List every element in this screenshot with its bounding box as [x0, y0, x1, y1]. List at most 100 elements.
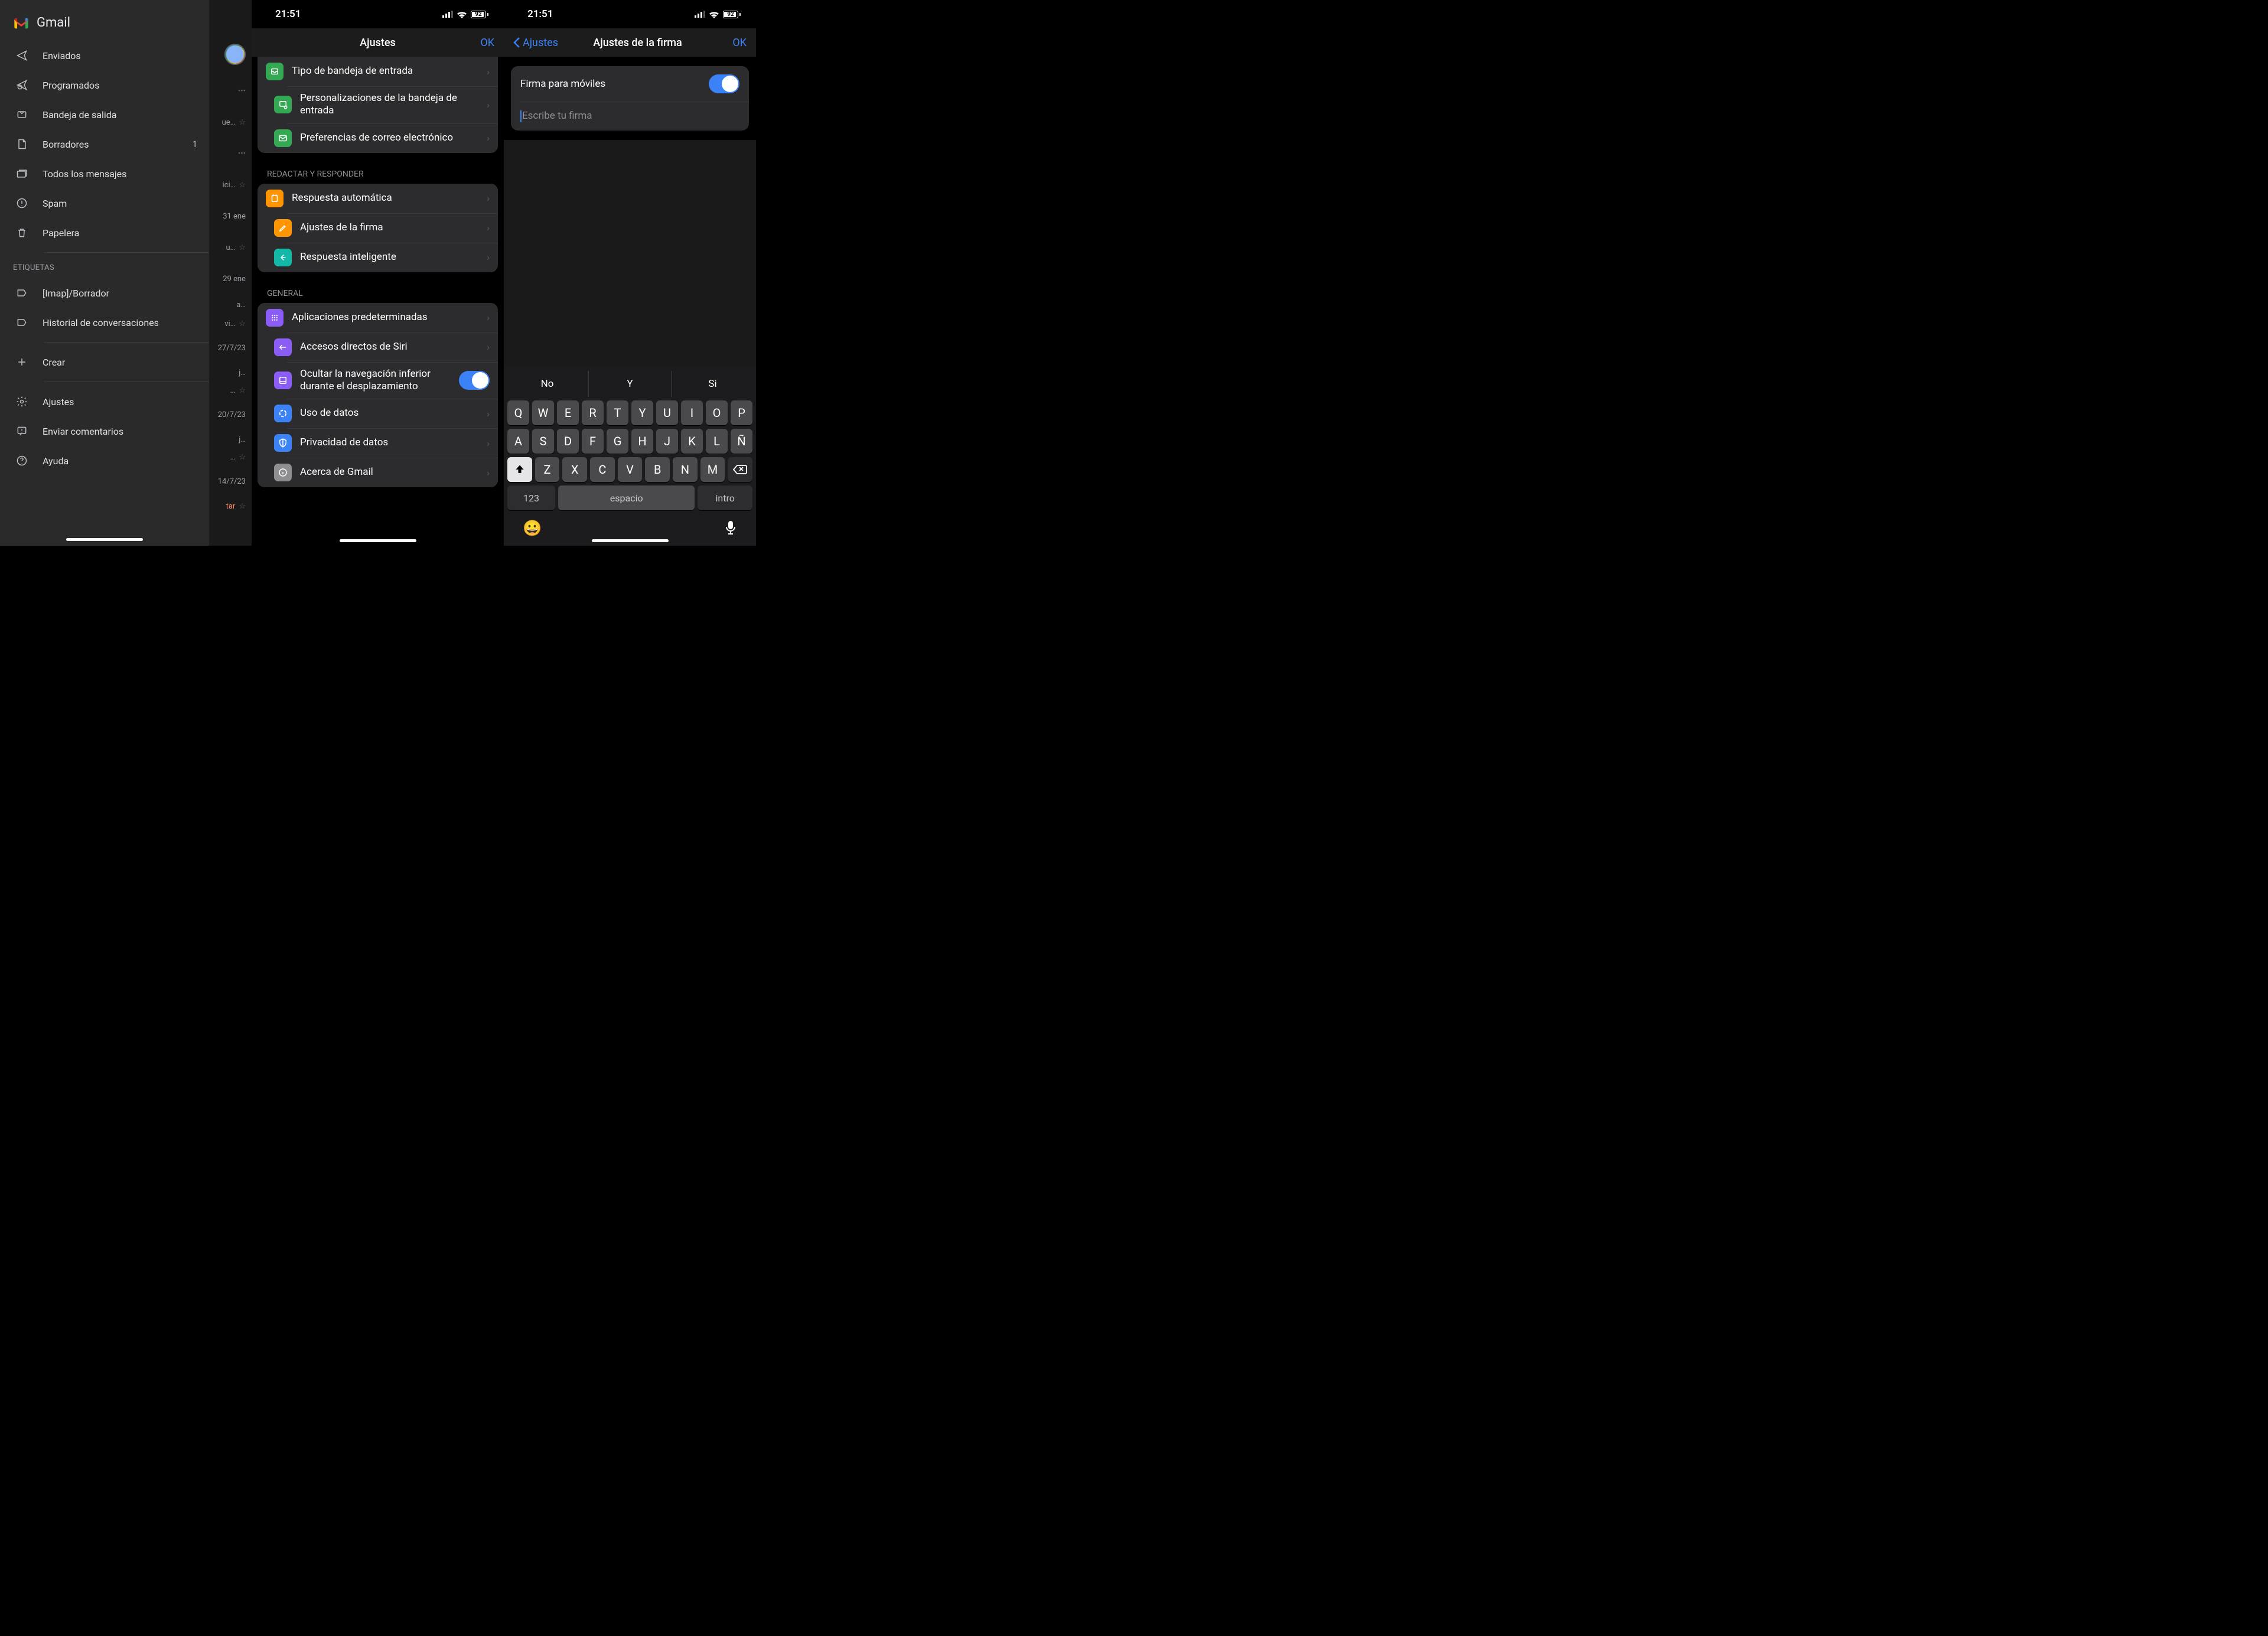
- row-privacy[interactable]: Privacidad de datos›: [258, 428, 498, 458]
- suggestion-3[interactable]: Si: [671, 371, 754, 397]
- key-x[interactable]: X: [562, 457, 587, 482]
- sidebar-label-imap[interactable]: [Imap]/Borrador: [0, 278, 209, 308]
- sidebar-create-label[interactable]: Crear: [0, 347, 209, 377]
- key-c[interactable]: C: [590, 457, 615, 482]
- key-y[interactable]: Y: [631, 400, 653, 425]
- sidebar-item-trash[interactable]: Papelera: [0, 218, 209, 247]
- status-time: 21:51: [275, 8, 301, 20]
- nav-title: Ajustes de la firma: [558, 37, 717, 49]
- scheduled-icon: [15, 79, 28, 92]
- key-l[interactable]: L: [706, 429, 728, 454]
- nav-bar: Ajustes Ajustes de la firma OK: [504, 28, 756, 57]
- mail-pref-icon: [274, 129, 292, 147]
- sidebar-item-sent[interactable]: Enviados: [0, 41, 209, 70]
- key-r[interactable]: R: [582, 400, 604, 425]
- data-icon: [274, 405, 292, 422]
- star-icon: ☆: [239, 118, 246, 127]
- key-v[interactable]: V: [618, 457, 643, 482]
- key-i[interactable]: I: [681, 400, 703, 425]
- row-smart-reply[interactable]: Respuesta inteligente›: [258, 243, 498, 272]
- row-default-apps[interactable]: Aplicaciones predeterminadas›: [258, 303, 498, 333]
- sidebar-label-history[interactable]: Historial de conversaciones: [0, 308, 209, 337]
- home-indicator[interactable]: [592, 539, 669, 542]
- row-inbox-custom[interactable]: Personalizaciones de la bandeja de entra…: [258, 86, 498, 123]
- key-u[interactable]: U: [656, 400, 678, 425]
- siri-icon: [274, 338, 292, 356]
- row-siri-shortcuts[interactable]: Accesos directos de Siri›: [258, 333, 498, 362]
- key-m[interactable]: M: [700, 457, 725, 482]
- key-g[interactable]: G: [607, 429, 628, 454]
- sidebar-item-help[interactable]: Ayuda: [0, 446, 209, 475]
- key-k[interactable]: K: [681, 429, 703, 454]
- key-d[interactable]: D: [557, 429, 579, 454]
- key-b[interactable]: B: [645, 457, 670, 482]
- suggestion-1[interactable]: No: [506, 371, 588, 397]
- chevron-right-icon: ›: [487, 222, 490, 233]
- sidebar-item-settings[interactable]: Ajustes: [0, 387, 209, 416]
- ok-button[interactable]: OK: [717, 37, 747, 49]
- row-hide-nav[interactable]: Ocultar la navegación inferior durante e…: [258, 362, 498, 399]
- signature-input[interactable]: Escribe tu firma: [511, 102, 749, 131]
- key-numbers[interactable]: 123: [507, 485, 555, 510]
- key-space[interactable]: espacio: [558, 485, 695, 510]
- signature-icon: [274, 219, 292, 237]
- row-auto-reply[interactable]: Respuesta automática›: [258, 184, 498, 213]
- chevron-right-icon: ›: [487, 341, 490, 353]
- row-inbox-type[interactable]: Tipo de bandeja de entrada›: [258, 57, 498, 86]
- row-data-usage[interactable]: Uso de datos›: [258, 399, 498, 428]
- sidebar-item-spam[interactable]: Spam: [0, 188, 209, 218]
- key-n[interactable]: N: [673, 457, 698, 482]
- privacy-icon: [274, 434, 292, 452]
- back-button[interactable]: Ajustes: [513, 37, 558, 49]
- battery-icon: 92: [471, 11, 488, 18]
- key-t[interactable]: T: [607, 400, 628, 425]
- spam-icon: [15, 197, 28, 210]
- sidebar-item-scheduled[interactable]: Programados: [0, 70, 209, 100]
- inbox-type-icon: [266, 63, 284, 80]
- emoji-button[interactable]: 😀: [523, 520, 542, 537]
- key-return[interactable]: intro: [698, 485, 752, 510]
- key-a[interactable]: A: [507, 429, 529, 454]
- avatar[interactable]: [224, 44, 246, 65]
- key-p[interactable]: P: [731, 400, 752, 425]
- ok-button[interactable]: OK: [465, 37, 494, 49]
- key-f[interactable]: F: [582, 429, 604, 454]
- keyboard: No Y Si Q W E R T Y U I O P A S D F G H …: [504, 367, 756, 546]
- hide-nav-toggle[interactable]: [459, 371, 490, 390]
- sidebar-item-feedback[interactable]: Enviar comentarios: [0, 416, 209, 446]
- key-o[interactable]: O: [706, 400, 728, 425]
- key-shift[interactable]: [507, 457, 532, 482]
- inbox-custom-icon: [274, 96, 292, 113]
- key-w[interactable]: W: [532, 400, 554, 425]
- chevron-right-icon: ›: [487, 99, 490, 110]
- key-z[interactable]: Z: [535, 457, 560, 482]
- feedback-icon: [15, 425, 28, 438]
- sidebar-item-drafts[interactable]: Borradores1: [0, 129, 209, 159]
- home-indicator[interactable]: [66, 538, 143, 541]
- label-icon: [15, 286, 28, 299]
- home-indicator[interactable]: [340, 539, 416, 542]
- key-s[interactable]: S: [532, 429, 554, 454]
- chevron-right-icon: ›: [487, 66, 490, 77]
- key-j[interactable]: J: [656, 429, 678, 454]
- key-backspace[interactable]: [728, 457, 752, 482]
- dictation-button[interactable]: [724, 520, 737, 537]
- gmail-nav-drawer: Gmail Enviados Programados Bandeja de sa…: [0, 0, 209, 546]
- chevron-right-icon: ›: [487, 312, 490, 323]
- gear-icon: [15, 395, 28, 408]
- row-about[interactable]: Acerca de Gmail›: [258, 458, 498, 487]
- mobile-signature-toggle[interactable]: [709, 74, 739, 93]
- key-h[interactable]: H: [631, 429, 653, 454]
- smartreply-icon: [274, 249, 292, 266]
- sidebar-item-allmail[interactable]: Todos los mensajes: [0, 159, 209, 188]
- wifi-icon: [709, 11, 719, 18]
- row-mail-prefs[interactable]: Preferencias de correo electrónico›: [258, 123, 498, 153]
- key-e[interactable]: E: [557, 400, 579, 425]
- status-bar: 21:51 92: [252, 0, 504, 28]
- drafts-icon: [15, 138, 28, 151]
- row-signature-settings[interactable]: Ajustes de la firma›: [258, 213, 498, 243]
- key-q[interactable]: Q: [507, 400, 529, 425]
- suggestion-2[interactable]: Y: [588, 371, 671, 397]
- key-enye[interactable]: Ñ: [731, 429, 752, 454]
- sidebar-item-outbox[interactable]: Bandeja de salida: [0, 100, 209, 129]
